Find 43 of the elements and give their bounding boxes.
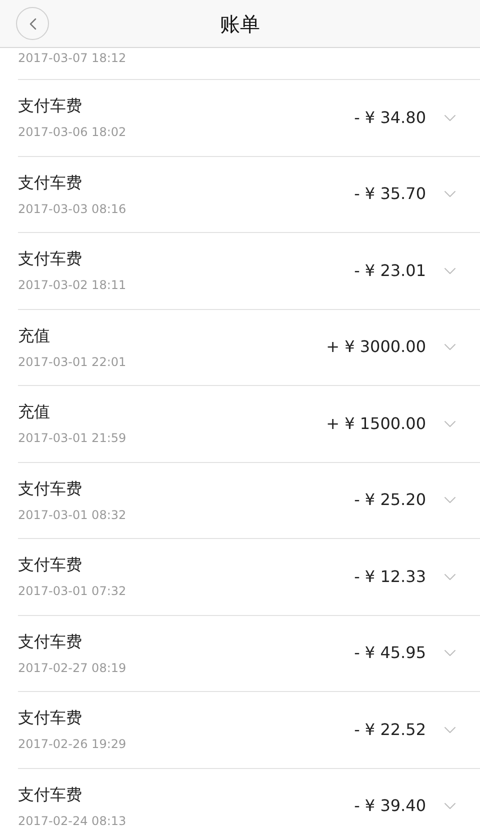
transaction-amount: - ¥ 35.70 (354, 183, 426, 206)
transaction-date: 2017-02-26 19:29 (18, 736, 128, 754)
transaction-row[interactable]: 支付车费 2017-02-27 08:19 - ¥ 45.95 (18, 616, 480, 692)
transaction-date: 2017-03-01 22:01 (18, 354, 128, 371)
transaction-row[interactable]: 支付车费 2017-03-03 08:16 - ¥ 35.70 (18, 156, 480, 233)
transaction-date: 2017-03-02 18:11 (18, 277, 128, 294)
transaction-title: 充值 (18, 324, 51, 347)
transaction-row[interactable]: 充值 2017-03-01 21:59 + ¥ 1500.00 (18, 386, 480, 462)
transaction-title: 支付车费 (18, 95, 83, 118)
transaction-row[interactable]: 充值 2017-03-01 22:01 + ¥ 3000.00 (18, 310, 480, 386)
back-button[interactable] (16, 7, 49, 40)
transaction-amount: - ¥ 34.80 (354, 106, 426, 129)
transaction-date: 2017-03-01 08:32 (18, 506, 128, 524)
transaction-date: 2017-03-01 21:59 (18, 430, 128, 448)
transaction-row[interactable]: 支付车费 2017-03-01 08:32 - ¥ 25.20 (18, 462, 480, 539)
transaction-date: 2017-03-07 18:12 (18, 50, 126, 67)
transaction-date: 2017-03-01 07:32 (18, 583, 128, 600)
transaction-amount: - ¥ 25.20 (354, 489, 426, 512)
transaction-title: 支付车费 (18, 707, 83, 730)
transaction-title: 支付车费 (18, 554, 83, 576)
transaction-date: 2017-03-03 08:16 (18, 200, 128, 218)
transaction-row[interactable]: 支付车费 2017-02-24 08:13 - ¥ 39.40 (18, 768, 480, 827)
transaction-row[interactable]: 支付车费 2017-03-01 07:32 - ¥ 12.33 (18, 539, 480, 616)
transaction-date: 2017-02-27 08:19 (18, 660, 128, 677)
transaction-row[interactable]: 支付车费 2017-02-26 19:29 - ¥ 22.52 (18, 692, 480, 768)
transaction-title: 支付车费 (18, 248, 83, 270)
transaction-title: 支付车费 (18, 172, 83, 194)
transaction-amount: - ¥ 45.95 (354, 642, 426, 664)
transaction-title: 支付车费 (18, 630, 83, 653)
transaction-row[interactable]: 支付车费 2017-03-06 18:02 - ¥ 34.80 (18, 80, 480, 156)
transaction-title: 支付车费 (18, 784, 83, 806)
transaction-title: 支付车费 (18, 478, 83, 500)
transaction-row[interactable]: 支付车费 2017-03-02 18:11 - ¥ 23.01 (18, 233, 480, 310)
transaction-amount: - ¥ 22.52 (354, 718, 426, 741)
transaction-title: 充值 (18, 401, 51, 424)
transaction-amount: - ¥ 23.01 (354, 260, 426, 282)
transaction-amount: - ¥ 12.33 (354, 566, 426, 588)
page-title: 账单 (220, 10, 260, 38)
transaction-amount: + ¥ 3000.00 (326, 336, 426, 358)
transaction-amount: + ¥ 1500.00 (326, 412, 426, 435)
transaction-amount: - ¥ 39.40 (354, 795, 426, 818)
transaction-date: 2017-02-24 08:13 (18, 812, 128, 827)
transaction-date: 2017-03-06 18:02 (18, 124, 128, 142)
